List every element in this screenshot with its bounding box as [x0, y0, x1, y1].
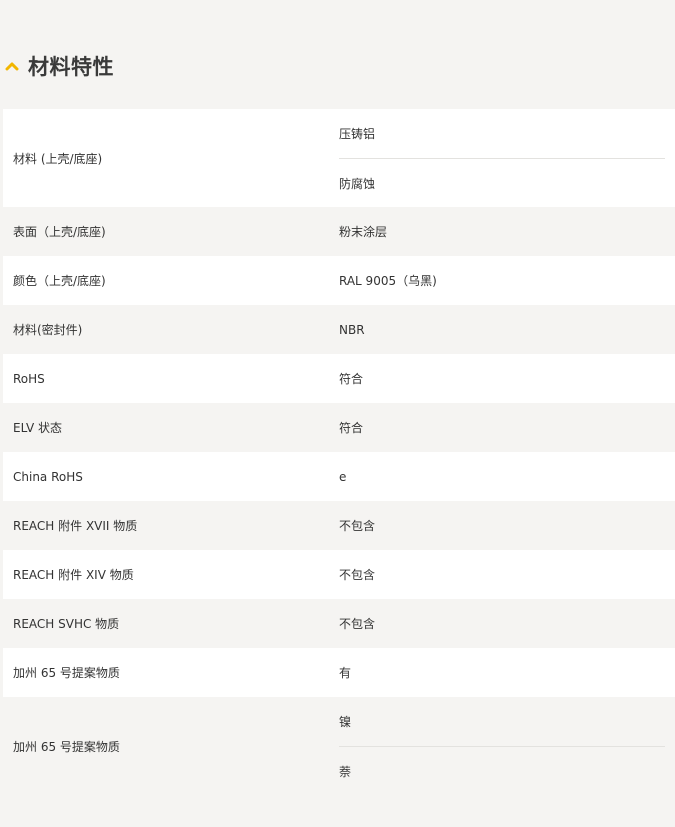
table-row: 加州 65 号提案物质 镍 萘	[3, 697, 675, 795]
row-value: e	[339, 469, 347, 484]
row-values: 符合	[339, 354, 675, 403]
row-value: 符合	[339, 372, 364, 386]
table-row: 表面（上壳/底座) 粉末涂层	[3, 207, 675, 256]
row-values: 有	[339, 648, 675, 697]
row-label: 颜色（上壳/底座)	[13, 274, 106, 288]
row-values: e	[339, 452, 675, 501]
row-value: 不包含	[339, 519, 376, 533]
table-row: ELV 状态 符合	[3, 403, 675, 452]
row-label: 材料(密封件)	[13, 323, 83, 337]
row-values: 镍 萘	[339, 697, 675, 795]
row-label: ELV 状态	[13, 421, 62, 435]
row-label: 表面（上壳/底座)	[13, 225, 106, 239]
row-values: RAL 9005（乌黑)	[339, 256, 675, 305]
row-value: 不包含	[339, 568, 376, 582]
table-row: China RoHS e	[3, 452, 675, 501]
row-value: 有	[339, 666, 352, 680]
row-values: NBR	[339, 305, 675, 354]
row-value: 萘	[339, 746, 665, 795]
row-value: 不包含	[339, 617, 376, 631]
row-label: 材料 (上壳/底座)	[13, 151, 103, 166]
row-value: RAL 9005（乌黑)	[339, 274, 437, 288]
row-label: China RoHS	[13, 469, 83, 484]
row-value: 压铸铝	[339, 127, 376, 141]
row-values: 粉末涂层	[339, 207, 675, 256]
row-value: 镍	[339, 715, 352, 729]
table-row: 颜色（上壳/底座) RAL 9005（乌黑)	[3, 256, 675, 305]
table-row: 材料(密封件) NBR	[3, 305, 675, 354]
table-row: 材料 (上壳/底座) 压铸铝 防腐蚀	[3, 109, 675, 207]
row-value: NBR	[339, 322, 365, 337]
table-row: REACH 附件 XVII 物质 不包含	[3, 501, 675, 550]
row-value: 粉末涂层	[339, 225, 388, 239]
row-values: 不包含	[339, 550, 675, 599]
table-row: RoHS 符合	[3, 354, 675, 403]
row-value: 防腐蚀	[339, 158, 665, 207]
table-row: REACH 附件 XIV 物质 不包含	[3, 550, 675, 599]
row-label: 加州 65 号提案物质	[13, 666, 120, 680]
properties-table: 材料 (上壳/底座) 压铸铝 防腐蚀 表面（上壳/底座) 粉末涂层 颜色（上壳/…	[3, 109, 675, 795]
row-values: 符合	[339, 403, 675, 452]
section-title: 材料特性	[28, 55, 114, 79]
table-row: 加州 65 号提案物质 有	[3, 648, 675, 697]
row-values: 压铸铝 防腐蚀	[339, 109, 675, 207]
row-label: REACH 附件 XVII 物质	[13, 519, 138, 533]
row-label: 加州 65 号提案物质	[13, 739, 120, 754]
row-value: 符合	[339, 421, 364, 435]
row-label: REACH SVHC 物质	[13, 617, 120, 631]
row-label: RoHS	[13, 371, 45, 386]
chevron-up-icon[interactable]	[4, 58, 20, 74]
row-values: 不包含	[339, 501, 675, 550]
row-values: 不包含	[339, 599, 675, 648]
table-row: REACH SVHC 物质 不包含	[3, 599, 675, 648]
row-label: REACH 附件 XIV 物质	[13, 568, 134, 582]
section-header[interactable]: 材料特性	[4, 50, 114, 82]
